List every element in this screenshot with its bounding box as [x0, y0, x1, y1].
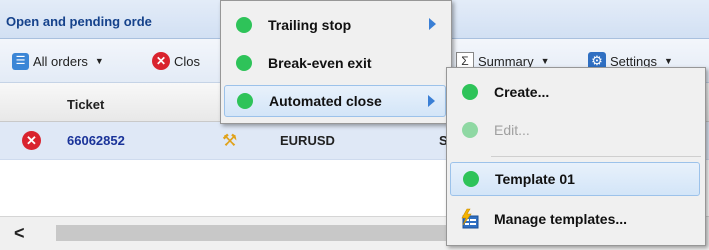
menu-item-label: Template 01: [495, 171, 575, 187]
green-circle-icon: [236, 17, 252, 33]
menu-item-label: Automated close: [269, 93, 382, 109]
symbol-cell: EURUSD: [280, 133, 335, 148]
panel-title: Open and pending orde: [6, 14, 152, 29]
green-circle-icon: [462, 84, 478, 100]
menu-separator: [491, 156, 701, 157]
close-button[interactable]: ✕ Clos: [152, 51, 200, 71]
triangle-right-icon: [428, 95, 435, 107]
triangle-right-icon: [429, 18, 436, 30]
context-menu: Trailing stop Break-even exit Automated …: [220, 0, 452, 124]
automated-close-submenu: Create... Edit... Template 01 Manage tem…: [446, 67, 706, 246]
menu-item-label: Create...: [494, 84, 550, 100]
menu-item-label: Edit...: [494, 122, 530, 138]
green-circle-icon: [463, 171, 479, 187]
green-circle-icon: [236, 55, 252, 71]
all-orders-label: All orders: [33, 53, 88, 69]
menu-item-label: Manage templates...: [494, 211, 628, 227]
green-circle-icon: [237, 93, 253, 109]
menu-item-edit: Edit...: [450, 114, 700, 146]
menu-item-trailing-stop[interactable]: Trailing stop: [224, 9, 446, 41]
close-label: Clos: [174, 53, 201, 69]
menu-item-break-even-exit[interactable]: Break-even exit: [224, 47, 446, 79]
menu-item-manage-templates[interactable]: Manage templates...: [450, 203, 700, 235]
ticket-cell: 66062852: [67, 133, 125, 148]
chevron-down-icon: ▼: [663, 56, 673, 66]
column-header-ticket[interactable]: Ticket: [67, 97, 104, 112]
green-circle-icon: [462, 122, 478, 138]
menu-item-automated-close[interactable]: Automated close: [224, 85, 446, 117]
menu-item-create[interactable]: Create...: [450, 76, 700, 108]
all-orders-button[interactable]: ☰ All orders ▼: [12, 51, 104, 71]
close-icon: ✕: [152, 52, 170, 70]
close-order-icon[interactable]: ✕: [22, 131, 41, 150]
template-manager-icon: [458, 208, 480, 230]
menu-item-label: Break-even exit: [268, 55, 372, 71]
list-icon: ☰: [12, 52, 29, 70]
tools-icon[interactable]: ⚒: [222, 131, 237, 151]
chevron-down-icon: ▼: [94, 56, 104, 66]
menu-item-template-01[interactable]: Template 01: [450, 162, 700, 196]
scroll-left-arrow-icon[interactable]: <: [14, 223, 25, 244]
chevron-down-icon: ▼: [540, 56, 550, 66]
menu-item-label: Trailing stop: [268, 17, 352, 33]
